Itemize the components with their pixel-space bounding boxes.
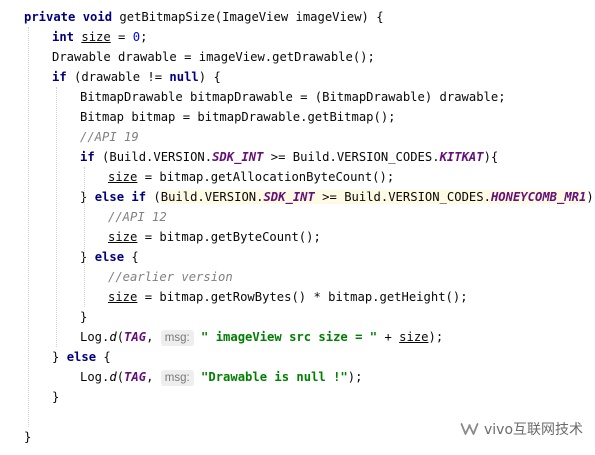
code-line: } else {: [80, 247, 139, 267]
code-line: } else {: [52, 347, 111, 367]
code-token: =: [110, 30, 133, 44]
parameter-hint: msg:: [160, 370, 194, 386]
code-token: private void: [24, 10, 120, 24]
parameter-hint: msg:: [160, 330, 194, 346]
code-token: }: [24, 430, 32, 444]
code-token: +: [377, 330, 400, 344]
code-token: }: [80, 310, 88, 324]
indent-guide: [56, 87, 57, 347]
code-token: ){: [483, 150, 499, 164]
code-token: Log.: [80, 370, 110, 384]
code-line: //earlier version: [108, 267, 233, 287]
code-token: = bitmap.getRowBytes() * bitmap.getHeigh…: [137, 290, 468, 304]
code-token: >= Build.VERSION_CODES.: [314, 190, 491, 204]
code-token: else: [94, 250, 132, 264]
code-line: size = bitmap.getAllocationByteCount();: [108, 167, 394, 187]
code-line: }: [24, 427, 31, 447]
code-token: KITKAT: [439, 150, 484, 164]
code-token: d: [109, 330, 117, 344]
code-editor[interactable]: private void getBitmapSize(ImageView ima…: [0, 0, 595, 455]
code-token: SDK_INT: [263, 190, 315, 204]
code-token: (: [153, 190, 161, 204]
code-token: "Drawable is null !": [201, 370, 348, 384]
code-token: );: [428, 330, 444, 344]
code-token: >= Build.VERSION_CODES.: [263, 150, 440, 164]
code-line: } else if (Build.VERSION.SDK_INT >= Buil…: [80, 187, 595, 207]
code-token: (: [116, 370, 125, 384]
code-token: null: [169, 70, 199, 84]
code-token: {: [103, 350, 111, 364]
wechat-channel-icon: [460, 422, 480, 436]
code-line: BitmapDrawable bitmapDrawable = (BitmapD…: [80, 87, 506, 107]
code-token: }: [52, 390, 60, 404]
code-token: }: [80, 250, 95, 264]
code-line: private void getBitmapSize(ImageView ima…: [24, 7, 384, 27]
code-token: //earlier version: [108, 270, 233, 284]
code-line: size = bitmap.getByteCount();: [108, 227, 321, 247]
code-token: if: [80, 150, 103, 164]
code-line: if (drawable != null) {: [52, 67, 221, 87]
code-token: = bitmap.getAllocationByteCount();: [137, 170, 395, 184]
code-token: ){: [586, 190, 595, 204]
code-line: //API 12: [108, 207, 167, 227]
code-token: );: [347, 370, 363, 384]
code-token: Log.: [80, 330, 110, 344]
code-token: }: [80, 190, 95, 204]
code-token: size: [399, 330, 429, 344]
code-token: TAG: [124, 370, 147, 384]
code-token: if: [52, 70, 75, 84]
code-token: Build.VERSION.: [160, 190, 264, 204]
code-token: (: [116, 330, 125, 344]
code-token: Bitmap bitmap = bitmapDrawable.getBitmap…: [80, 110, 396, 124]
code-token: {: [131, 250, 139, 264]
code-line: }: [80, 307, 87, 327]
code-token: d: [109, 370, 117, 384]
code-token: size: [108, 230, 138, 244]
code-token: Drawable drawable = imageView.getDrawabl…: [52, 50, 375, 64]
code-line: if (Build.VERSION.SDK_INT >= Build.VERSI…: [80, 147, 498, 167]
code-token: //API 12: [108, 210, 167, 224]
code-token: }: [52, 350, 67, 364]
code-token: ,: [146, 330, 161, 344]
watermark: vivo互联网技术: [460, 419, 583, 439]
code-token: size: [108, 170, 138, 184]
code-token: ;: [140, 30, 148, 44]
code-token: BitmapDrawable bitmapDrawable = (BitmapD…: [80, 90, 506, 104]
code-token: size: [81, 30, 111, 44]
code-token: = bitmap.getByteCount();: [137, 230, 321, 244]
code-line: }: [52, 387, 59, 407]
code-line: //API 19: [80, 127, 139, 147]
code-line: Log.d(TAG, msg: " imageView src size = "…: [80, 327, 443, 347]
code-line: Bitmap bitmap = bitmapDrawable.getBitmap…: [80, 107, 396, 127]
indent-guide: [84, 167, 85, 307]
code-token: getBitmapSize(ImageView imageView) {: [119, 10, 384, 24]
code-token: int: [52, 30, 82, 44]
code-token: " imageView src size = ": [201, 330, 378, 344]
code-token: ) {: [198, 70, 221, 84]
code-token: (drawable !=: [74, 70, 170, 84]
code-line: size = bitmap.getRowBytes() * bitmap.get…: [108, 287, 468, 307]
code-token: TAG: [124, 330, 147, 344]
watermark-text: vivo互联网技术: [484, 422, 584, 438]
code-token: size: [108, 290, 138, 304]
code-token: SDK_INT: [212, 150, 264, 164]
code-token: HONEYCOMB_MR1: [490, 190, 587, 204]
code-token: ,: [146, 370, 161, 384]
code-token: else: [66, 350, 104, 364]
code-token: 0: [132, 30, 141, 44]
code-token: else if: [94, 190, 154, 204]
indent-guide: [28, 27, 29, 427]
code-line: int size = 0;: [52, 27, 147, 47]
code-line: Log.d(TAG, msg: "Drawable is null !");: [80, 367, 362, 387]
code-token: (Build.VERSION.: [102, 150, 213, 164]
code-token: //API 19: [80, 130, 139, 144]
code-line: Drawable drawable = imageView.getDrawabl…: [52, 47, 375, 67]
